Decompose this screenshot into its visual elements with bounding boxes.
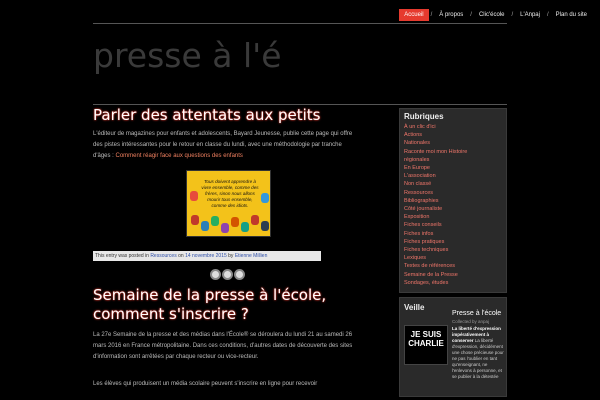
- pager-dot[interactable]: [222, 269, 233, 280]
- rubrique-link[interactable]: régionales: [404, 156, 502, 164]
- poster-figure: [261, 221, 269, 231]
- nav-a-propos[interactable]: À propos: [434, 12, 468, 18]
- post-title-2[interactable]: Semaine de la presse à l'école, comment …: [93, 286, 393, 324]
- veille-widget: Veille Presse à l'école Collected by anp…: [399, 297, 507, 398]
- rubrique-link[interactable]: Fiches infos: [404, 230, 502, 238]
- meta-prefix: This entry was posted in: [95, 253, 149, 259]
- meta-on: on: [178, 253, 184, 259]
- meta-category-link[interactable]: Ressources: [150, 253, 176, 259]
- rubrique-link[interactable]: Fiches techniques: [404, 246, 502, 254]
- charlie-line2: CHARLIE: [408, 339, 444, 349]
- rubrique-link[interactable]: Bibliographies: [404, 197, 502, 205]
- post-meta: This entry was posted in Ressources on 1…: [93, 251, 321, 261]
- rubrique-link[interactable]: Sondages, études: [404, 279, 502, 287]
- rubrique-link[interactable]: Raconte moi mon Histoire: [404, 148, 502, 156]
- nav-accueil[interactable]: Accueil: [399, 9, 429, 21]
- rubrique-link[interactable]: Lexiques: [404, 254, 502, 262]
- pager-dot[interactable]: [210, 269, 221, 280]
- poster-figure: [221, 223, 229, 233]
- poster-figure: [190, 191, 198, 201]
- pager-dot[interactable]: [234, 269, 245, 280]
- post-image[interactable]: Tous doivent apprendre à vivre ensemble,…: [186, 170, 271, 237]
- poster-caption: Tous doivent apprendre à vivre ensemble,…: [201, 179, 259, 208]
- rubrique-link[interactable]: En Europe: [404, 164, 502, 172]
- veille-title: Veille: [404, 303, 425, 313]
- rubrique-link[interactable]: Actions: [404, 131, 502, 139]
- rubrique-link[interactable]: Textes de références: [404, 262, 502, 270]
- feed-item-text: La liberté d'expression, décidément une …: [452, 338, 504, 380]
- feed-title[interactable]: Presse à l'école: [452, 310, 501, 317]
- rubrique-link[interactable]: Non classé: [404, 180, 502, 188]
- nav-clic-ecole[interactable]: Clic'école: [474, 12, 510, 18]
- feed-thumbnail[interactable]: JE SUIS CHARLIE: [404, 325, 448, 366]
- pagination-dots: [210, 269, 393, 280]
- rubrique-link[interactable]: Exposition: [404, 213, 502, 221]
- rubrique-link[interactable]: Semaine de la Presse: [404, 271, 502, 279]
- rubriques-list: À un clic d'ici Actions Nationales Racon…: [404, 123, 502, 287]
- rubrique-link[interactable]: Côté journaliste: [404, 205, 502, 213]
- meta-by: by: [228, 253, 234, 259]
- nav-plan-du-site[interactable]: Plan du site: [551, 12, 592, 18]
- post-title-2-line2: comment s'inscrire ?: [93, 305, 249, 323]
- post-title-2-line1: Semaine de la presse à l'école,: [93, 286, 327, 304]
- post-read-link[interactable]: Comment réagir face aux questions des en…: [116, 153, 243, 159]
- main-content: Parler des attentats aux petits L'éditeu…: [93, 106, 393, 390]
- site-title[interactable]: presse à l'école: [93, 36, 283, 76]
- poster-figure: [231, 217, 239, 227]
- poster-figure: [261, 193, 269, 203]
- poster-figure: [241, 222, 249, 232]
- poster-figure: [191, 215, 199, 225]
- nav-anpaj[interactable]: L'Anpaj: [515, 12, 545, 18]
- sidebar: Rubriques À un clic d'ici Actions Nation…: [399, 108, 507, 398]
- meta-date-link[interactable]: 14 novembre 2015: [185, 253, 227, 259]
- feed-item[interactable]: La liberté d'expression impérativement à…: [452, 326, 504, 380]
- poster-figure: [201, 221, 209, 231]
- rubriques-title: Rubriques: [404, 112, 444, 121]
- rubriques-widget: Rubriques À un clic d'ici Actions Nation…: [399, 108, 507, 294]
- feed-subtitle: Collected by anpaj: [452, 319, 490, 325]
- content-divider: [93, 104, 507, 105]
- charlie-line1: JE SUIS: [410, 330, 442, 340]
- meta-author-link[interactable]: Etienne Millien: [235, 253, 268, 259]
- rubrique-link[interactable]: Fiches conseils: [404, 221, 502, 229]
- poster-figure: [211, 216, 219, 226]
- poster-figure: [251, 215, 259, 225]
- header-divider: [93, 23, 507, 24]
- rubrique-link[interactable]: Fiches pratiques: [404, 238, 502, 246]
- rubrique-link[interactable]: À un clic d'ici: [404, 123, 502, 131]
- post-title[interactable]: Parler des attentats aux petits: [93, 106, 393, 125]
- post-excerpt-2b: Les élèves qui produisent un média scola…: [93, 381, 318, 387]
- rubrique-link[interactable]: Nationales: [404, 139, 502, 147]
- rubrique-link[interactable]: Ressources: [404, 189, 502, 197]
- post-excerpt: L'éditeur de magazines pour enfants et a…: [93, 129, 358, 162]
- rubrique-link[interactable]: L'association: [404, 172, 502, 180]
- post-excerpt-2: La 27e Semaine de la presse et des média…: [93, 332, 353, 360]
- top-navigation: Accueil / À propos / Clic'école / L'Anpa…: [399, 8, 592, 22]
